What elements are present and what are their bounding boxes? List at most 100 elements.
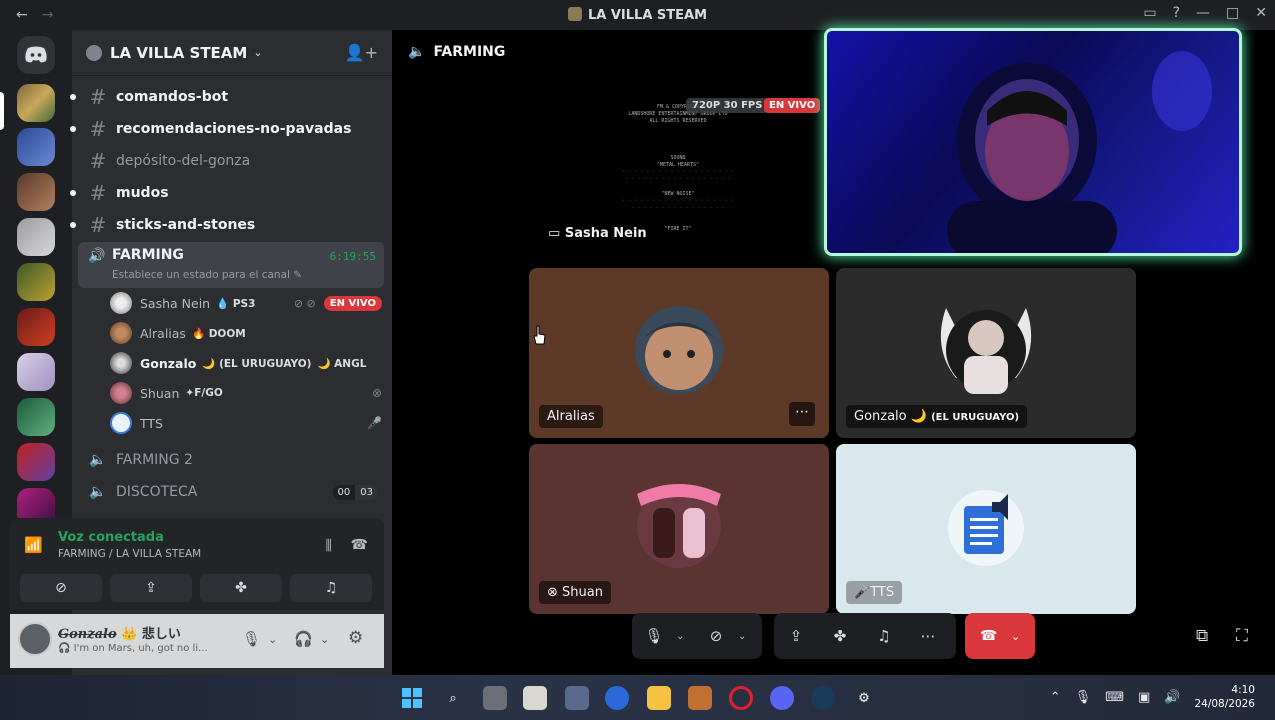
share-screen-button[interactable]: ⇪	[110, 574, 192, 602]
help-icon[interactable]: ?	[1173, 5, 1180, 21]
windows-start-icon[interactable]	[400, 686, 424, 710]
taskbar: ⌕ ⚙ ⌃ 🎙 ⌨ ▣ 🔊 4:10 24/08/2026	[0, 675, 1275, 720]
participant-tile-gonzalo[interactable]: Gonzalo 🌙 (EL URUGUAYO)	[836, 268, 1136, 438]
avatar	[110, 352, 132, 374]
text-channel-icon: #	[89, 85, 107, 109]
soundboard-icon[interactable]: ♫	[862, 627, 906, 645]
invite-people-icon[interactable]: 👤+	[345, 43, 378, 62]
search-icon[interactable]: ⌕	[441, 686, 465, 710]
participant-tile-tts[interactable]: 🎤TTS	[836, 444, 1136, 614]
forward-arrow-icon[interactable]: →	[42, 7, 54, 23]
more-options-icon[interactable]: ⋯	[789, 402, 815, 426]
voice-channel-discoteca[interactable]: 🔈 DISCOTECA 00 03	[80, 478, 384, 506]
text-channel-icon: #	[89, 213, 107, 237]
chevron-down-icon[interactable]: ⌄	[738, 631, 756, 642]
user-display-name[interactable]: Gonzalo 👑 悲しい	[58, 623, 181, 642]
screen-share-stream[interactable]: FM & COPYRIGHT LANDSHORE ENTERTAINMENT G…	[528, 92, 828, 264]
voice-channel-farming-2[interactable]: 🔈 FARMING 2	[80, 446, 384, 474]
participant-tile-alralias[interactable]: Alralias ⋯	[529, 268, 829, 438]
steam-icon[interactable]	[811, 686, 835, 710]
server-icon[interactable]	[17, 398, 55, 436]
maximize-icon[interactable]: □	[1226, 5, 1239, 21]
activities-icon[interactable]: ✤	[818, 627, 862, 645]
voice-member[interactable]: Shuan ✦F/GO ⊗	[110, 380, 382, 406]
server-icon[interactable]	[17, 128, 55, 166]
minimize-icon[interactable]: —	[1196, 5, 1210, 21]
more-options-icon[interactable]: ⋯	[906, 627, 950, 645]
share-activity-controls: ⇪ ✤ ♫ ⋯	[774, 613, 956, 659]
tag-text: (EL URUGUAYO)	[219, 357, 312, 370]
channel-status-prompt[interactable]: Establece un estado para el canal ✎	[112, 269, 302, 281]
volume-icon[interactable]: 🔊	[1164, 690, 1180, 705]
server-header[interactable]: LA VILLA STEAM ⌄ 👤+	[72, 30, 392, 76]
tag-text: F/GO	[194, 387, 223, 399]
discord-home-icon[interactable]	[17, 36, 55, 74]
clock-date: 24/08/2026	[1194, 698, 1255, 710]
channel-recomendaciones[interactable]: # recomendaciones-no-pavadas	[70, 115, 384, 143]
server-icon[interactable]	[17, 308, 55, 346]
chevron-down-icon[interactable]: ⌄	[676, 631, 694, 642]
pop-out-icon[interactable]: ⧉	[1196, 626, 1208, 646]
voice-connected-channel[interactable]: FARMING / LA VILLA STEAM	[58, 548, 201, 560]
clock[interactable]: 4:10 24/08/2026	[1194, 683, 1255, 711]
discord-taskbar-icon[interactable]	[770, 686, 794, 710]
voice-member[interactable]: Alralias 🔥 DOOM	[110, 320, 382, 346]
microphone-icon[interactable]: 🎙	[242, 630, 261, 648]
channel-deposito[interactable]: # depósito-del-gonza	[80, 147, 384, 175]
app-icon[interactable]	[688, 686, 712, 710]
soundboard-button[interactable]: ♫	[290, 574, 372, 602]
back-arrow-icon[interactable]: ←	[16, 7, 28, 23]
settings-gear-icon[interactable]: ⚙	[348, 628, 363, 648]
channel-comandos-bot[interactable]: # comandos-bot	[70, 83, 384, 111]
voice-speaker-icon: 🔈	[408, 44, 426, 60]
network-icon[interactable]: ▣	[1138, 690, 1150, 705]
member-name: Gonzalo	[140, 355, 197, 371]
chevron-down-icon[interactable]: ⌄	[320, 633, 329, 646]
calculator-icon[interactable]	[565, 686, 589, 710]
stream-content: FM & COPYRIGHT LANDSHORE ENTERTAINMENT G…	[588, 104, 768, 233]
inbox-icon[interactable]: ▭	[1143, 5, 1156, 21]
notepad-icon[interactable]	[523, 686, 547, 710]
deafened-icon: 🎤	[367, 416, 382, 430]
share-screen-icon[interactable]: ⇪	[774, 627, 818, 645]
chevron-up-icon[interactable]: ⌃	[1050, 690, 1061, 705]
server-la-villa-steam-icon[interactable]	[17, 84, 55, 122]
voice-connected-label[interactable]: Voz conectada	[58, 530, 164, 545]
opera-icon[interactable]	[729, 686, 753, 710]
server-icon[interactable]	[17, 443, 55, 481]
task-view-icon[interactable]	[483, 686, 507, 710]
server-icon[interactable]	[17, 173, 55, 211]
voice-member[interactable]: Sasha Nein 💧 PS3 ⊘ ⊘ EN VIVO	[110, 290, 382, 316]
headphones-icon[interactable]: 🎧	[294, 630, 313, 648]
voice-member[interactable]: TTS 🎤	[110, 410, 382, 436]
unread-indicator	[70, 126, 76, 132]
close-icon[interactable]: ✕	[1255, 5, 1267, 21]
disconnect-icon[interactable]: ☎	[351, 537, 368, 553]
media-player-icon[interactable]	[605, 686, 629, 710]
voice-member[interactable]: Gonzalo 🌙 (EL URUGUAYO) 🌙 ANGL	[110, 350, 382, 376]
server-icon[interactable]	[17, 353, 55, 391]
microphone-icon[interactable]: 🎙	[632, 627, 676, 645]
webcam-tile[interactable]	[824, 28, 1242, 256]
channel-sticks-and-stones[interactable]: # sticks-and-stones	[70, 211, 384, 239]
chevron-down-icon[interactable]: ⌄	[1011, 630, 1020, 643]
camera-off-button[interactable]: ⊘	[20, 574, 102, 602]
participant-tile-shuan[interactable]: ⊗ Shuan	[529, 444, 829, 614]
signal-strength-icon[interactable]: 📶	[24, 536, 46, 554]
server-icon[interactable]	[17, 263, 55, 301]
user-avatar[interactable]	[18, 622, 52, 656]
keyboard-icon[interactable]: ⌨	[1105, 690, 1124, 705]
server-icon[interactable]	[17, 218, 55, 256]
chevron-down-icon[interactable]: ⌄	[268, 633, 277, 646]
noise-suppression-icon[interactable]: ⫼	[326, 538, 332, 554]
file-explorer-icon[interactable]	[647, 686, 671, 710]
voice-channel-farming[interactable]: 🔊 FARMING 6:19:55 Establece un estado pa…	[78, 242, 384, 288]
microphone-icon[interactable]: 🎙	[1075, 690, 1092, 705]
disconnect-button[interactable]: ☎ ⌄	[965, 613, 1035, 659]
camera-off-icon[interactable]: ⊘	[694, 627, 738, 645]
activities-button[interactable]: ✤	[200, 574, 282, 602]
user-custom-status: 🎧 I'm on Mars, uh, got no li...	[58, 643, 208, 654]
settings-gear-icon[interactable]: ⚙	[852, 686, 876, 710]
channel-mudos[interactable]: # mudos	[70, 179, 384, 207]
fullscreen-icon[interactable]: ⛶	[1236, 626, 1248, 646]
